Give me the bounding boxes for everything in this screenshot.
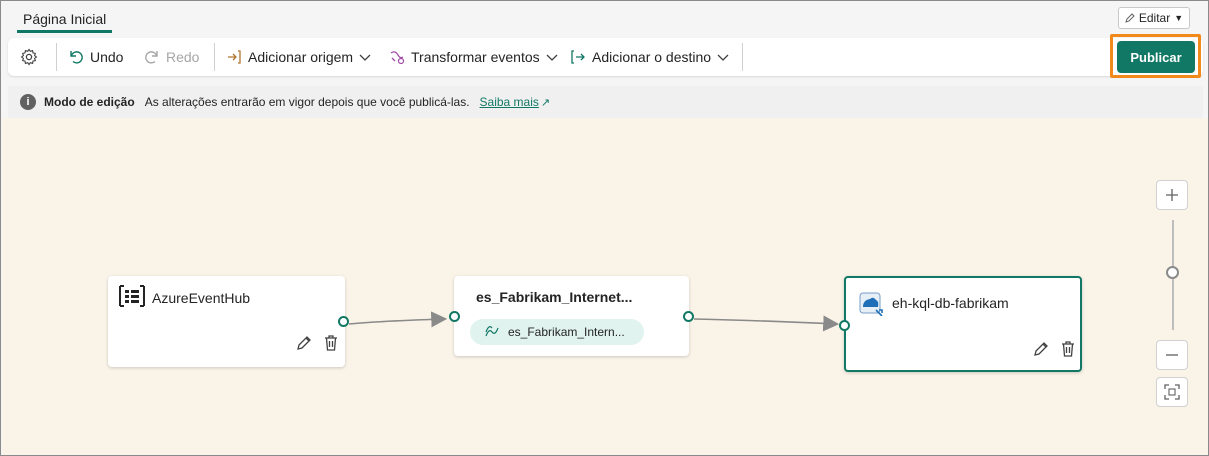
chevron-down-icon [717,54,729,61]
redo-label: Redo [166,49,200,65]
plus-icon [1166,189,1178,201]
add-source-button[interactable]: Adicionar origem [226,38,371,76]
redo-button[interactable]: Redo [144,38,199,76]
learn-more-link[interactable]: Saiba mais [480,95,539,109]
delete-trash-icon[interactable] [1059,340,1077,358]
stream-node[interactable]: es_Fabrikam_Internet... es_Fabrikam_Inte… [449,276,694,356]
chevron-down-icon [359,54,371,61]
gear-icon [20,48,38,66]
publish-button[interactable]: Publicar [1117,41,1195,73]
zoom-slider-thumb[interactable] [1166,266,1179,279]
connector-source-to-stream [348,311,448,328]
toolbar-divider [214,43,215,71]
add-destination-label: Adicionar o destino [592,49,712,65]
fit-view-icon [1164,384,1180,400]
stream-pill-label: es_Fabrikam_Intern... [508,325,625,339]
undo-label: Undo [90,49,124,65]
edit-mode-infobar: i Modo de edição As alterações entrarão … [8,86,1203,118]
add-source-icon [228,50,241,64]
undo-button[interactable]: Undo [68,38,123,76]
connector-stream-to-destination [693,315,840,332]
eventstream-editor: Página Inicial Editar ▼ Undo Redo Adicio… [0,0,1209,456]
add-destination-button[interactable]: Adicionar o destino [570,38,729,76]
pencil-icon [1125,13,1135,23]
caret-down-icon: ▼ [1174,13,1184,23]
edit-pencil-icon[interactable] [295,334,313,352]
edit-mode-title: Modo de edição [44,95,135,109]
redo-icon [145,51,158,64]
edit-mode-message: As alterações entrarão em vigor depois q… [144,95,470,109]
stream-pill[interactable]: es_Fabrikam_Intern... [470,319,644,345]
input-port[interactable] [839,320,850,331]
edit-mode-label: Editar [1138,11,1171,25]
undo-icon [70,51,83,64]
zoom-out-button[interactable] [1156,340,1188,370]
settings-button[interactable] [20,38,38,76]
chevron-down-icon [546,54,558,61]
destination-node[interactable]: eh-kql-db-fabrikam [839,276,1082,372]
fit-to-screen-button[interactable] [1156,377,1188,407]
kql-database-icon [859,292,883,316]
toolbar-divider [742,43,743,71]
toolbar-divider [56,43,57,71]
source-node-title: AzureEventHub [152,290,251,306]
info-icon: i [20,94,36,110]
input-port[interactable] [449,311,460,322]
add-source-label: Adicionar origem [248,49,354,65]
transform-icon [390,51,405,65]
minus-icon [1166,354,1178,356]
transform-events-button[interactable]: Transformar eventos [389,38,558,76]
flow-canvas[interactable]: AzureEventHub es_Fabrikam_Internet... es… [2,118,1208,455]
output-port[interactable] [683,311,694,322]
external-link-icon: ↗ [540,96,551,109]
zoom-in-button[interactable] [1156,180,1188,210]
stream-icon [485,326,499,337]
source-node[interactable]: AzureEventHub [108,276,349,367]
add-destination-icon [571,50,585,64]
output-port[interactable] [338,316,349,327]
edit-pencil-icon[interactable] [1032,340,1050,358]
tab-strip: Página Inicial Editar ▼ [1,1,1208,35]
delete-trash-icon[interactable] [322,334,340,352]
stream-node-title: es_Fabrikam_Internet... [476,289,633,305]
transform-events-label: Transformar eventos [411,49,540,65]
edit-mode-button[interactable]: Editar ▼ [1118,7,1190,29]
toolbar: Undo Redo Adicionar origem Transformar e… [8,38,1203,76]
event-hub-icon [119,285,145,307]
tab-home[interactable]: Página Inicial [17,7,113,33]
destination-node-title: eh-kql-db-fabrikam [892,295,1009,311]
